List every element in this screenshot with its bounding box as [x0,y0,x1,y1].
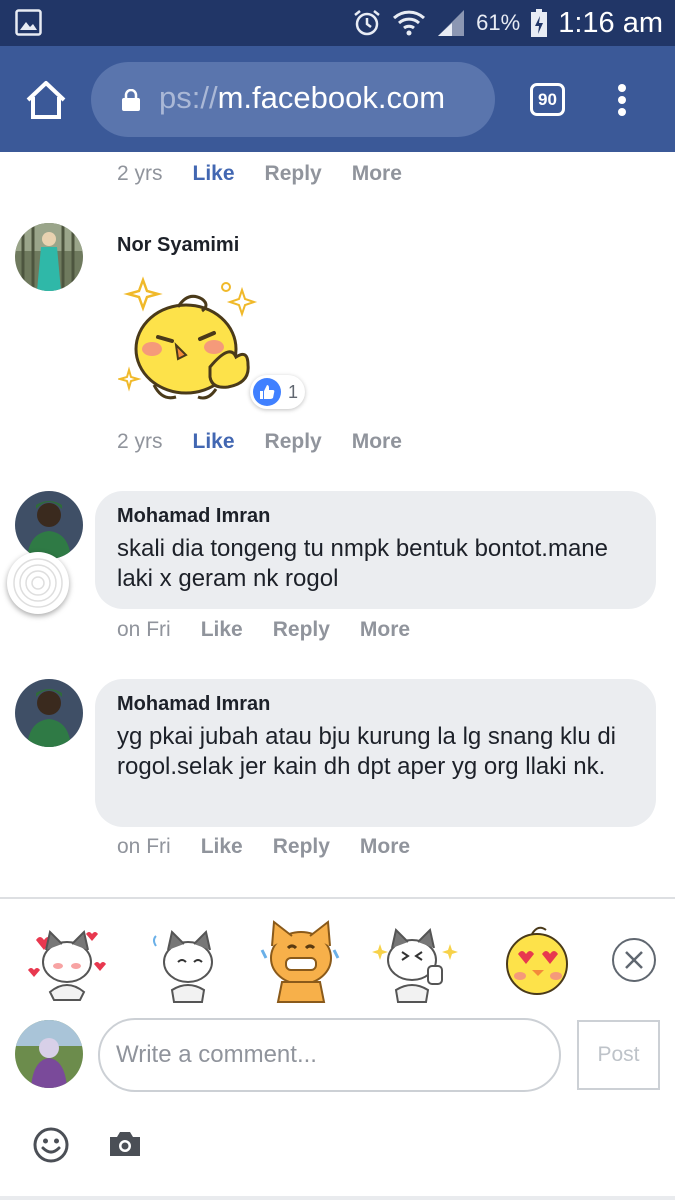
avatar[interactable] [15,223,83,291]
comment-actions: on Fri Like Reply More [117,618,410,642]
cat-thumbs-up-sticker[interactable] [372,920,458,1004]
avatar[interactable] [15,679,83,747]
comment-author[interactable]: Nor Syamimi [117,234,239,257]
chick-heart-eyes-sticker[interactable] [494,920,580,1004]
like-reaction-icon [253,378,281,406]
reaction-summary[interactable]: 1 [250,375,305,409]
comment-author[interactable]: Mohamad Imran [117,693,656,716]
reaction-count: 1 [288,381,299,402]
address-bar[interactable]: ps://m.facebook.com [91,62,495,137]
url-scheme: ps:// [159,80,218,115]
comment-text: yg pkai jubah atau bju kurung la lg snan… [117,723,617,780]
alarm-icon [354,10,380,36]
comment-bubble[interactable]: Mohamad Imran yg pkai jubah atau bju kur… [95,679,656,827]
overflow-menu-icon[interactable] [611,82,633,118]
more-link[interactable]: More [352,430,402,454]
post-button[interactable]: Post [577,1020,660,1090]
wifi-icon [393,10,426,36]
like-link[interactable]: Like [193,162,235,186]
screen: 61% 1:16 am ps://m.facebook.com 90 2 yrs… [0,0,675,1200]
floating-chat-head[interactable] [7,552,69,614]
comment-actions: 2 yrs Like Reply More [117,430,402,454]
like-link[interactable]: Like [193,430,235,454]
comment-author[interactable]: Mohamad Imran [117,505,656,528]
clock: 1:16 am [558,6,663,39]
like-link[interactable]: Like [201,835,243,859]
status-right: 61% 1:16 am [352,0,663,46]
reply-link[interactable]: Reply [265,162,322,186]
sticker-tray [0,900,675,1010]
more-link[interactable]: More [360,618,410,642]
tab-switcher-button[interactable]: 90 [530,83,565,116]
battery-percent: 61% [476,10,521,35]
reply-link[interactable]: Reply [265,430,322,454]
comment-time: on Fri [117,835,171,858]
current-user-avatar [15,1020,83,1088]
reply-link[interactable]: Reply [273,835,330,859]
like-link[interactable]: Like [201,618,243,642]
url-text: ps://m.facebook.com [159,80,445,116]
comment-text: skali dia tongeng tu nmpk bentuk bontot.… [117,535,608,592]
url-host: m.facebook.com [217,80,446,115]
cat-hearts-sticker[interactable] [24,920,110,1004]
battery-charging-icon [531,9,548,37]
signal-icon [438,10,465,36]
cat-waving-sticker[interactable] [148,920,234,1004]
close-sticker-tray-icon[interactable] [611,937,657,983]
comment-time: 2 yrs [117,162,163,185]
comment-actions: on Fri Like Reply More [117,835,410,859]
gallery-notification-icon [15,9,42,36]
composer-divider [0,897,675,899]
chick-thumbs-up-sticker[interactable] [118,273,258,405]
home-icon[interactable] [24,78,68,122]
avatar[interactable] [15,491,83,559]
reply-link[interactable]: Reply [273,618,330,642]
more-link[interactable]: More [352,162,402,186]
camera-icon[interactable] [108,1130,142,1158]
browser-toolbar: ps://m.facebook.com 90 [0,46,675,152]
comment-input[interactable] [98,1018,561,1092]
lock-icon [122,89,140,111]
emoji-icon[interactable] [33,1127,69,1163]
comment-actions: 2 yrs Like Reply More [117,162,402,186]
status-bar: 61% 1:16 am [0,0,675,46]
comment-bubble[interactable]: Mohamad Imran skali dia tongeng tu nmpk … [95,491,656,609]
comment-time: 2 yrs [117,430,163,453]
comment-time: on Fri [117,618,171,641]
bottom-edge [0,1196,675,1200]
more-link[interactable]: More [360,835,410,859]
orange-cat-sticker[interactable] [258,920,344,1004]
